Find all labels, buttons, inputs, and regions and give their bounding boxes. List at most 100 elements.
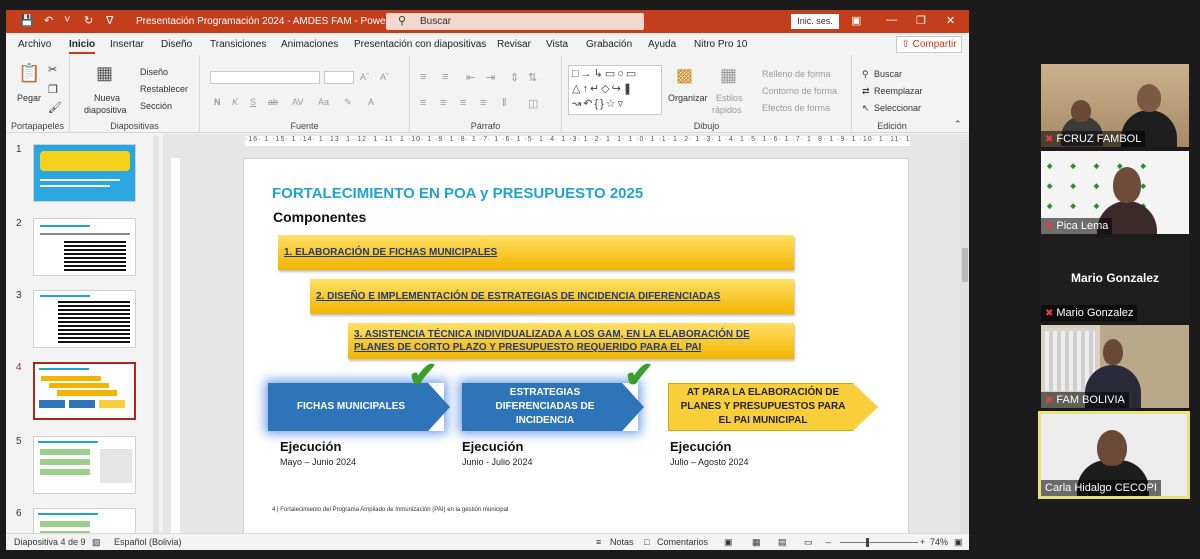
- arrow-estrategias[interactable]: ESTRATEGIAS DIFERENCIADAS DE INCIDENCIA: [462, 383, 644, 431]
- tab-presentacion[interactable]: Presentación con diapositivas: [354, 39, 486, 50]
- font-name-select[interactable]: [210, 71, 320, 84]
- quick-styles-label-2[interactable]: rápidos: [712, 105, 742, 115]
- comments-button[interactable]: Comentarios: [657, 537, 708, 547]
- bullets-icon[interactable]: ≡: [420, 71, 426, 83]
- comments-icon[interactable]: □: [644, 537, 649, 547]
- tab-grabacion[interactable]: Grabación: [586, 39, 632, 50]
- arrange-button[interactable]: Organizar: [668, 93, 708, 103]
- sign-in-button[interactable]: Inic. ses.: [791, 14, 839, 29]
- tab-inicio[interactable]: Inicio: [69, 39, 96, 54]
- justify-icon[interactable]: ≡: [480, 97, 486, 109]
- align-right-icon[interactable]: ≡: [460, 97, 466, 109]
- text-direction-icon[interactable]: ⇅: [528, 71, 537, 84]
- italic-icon[interactable]: K: [232, 97, 238, 107]
- undo-icon[interactable]: ↶: [44, 14, 53, 27]
- quick-styles-label-1[interactable]: Estilos: [716, 93, 743, 103]
- notes-icon[interactable]: ≡: [596, 537, 601, 547]
- reading-view-icon[interactable]: ▤: [778, 537, 787, 548]
- replace-button[interactable]: Reemplazar: [874, 86, 923, 96]
- scrollbar-thumb[interactable]: [962, 248, 968, 282]
- slide-thumbnail-2[interactable]: [33, 218, 136, 276]
- component-bar-1[interactable]: 1. ELABORACIÓN DE FICHAS MUNICIPALES: [278, 235, 794, 270]
- participant-tile-4[interactable]: ✖ FAM BOLIVIA: [1041, 325, 1189, 408]
- zoom-in-icon[interactable]: +: [920, 537, 925, 547]
- participant-tile-2[interactable]: ◆◆◆◆◆ ◆◆◆◆◆ ◆◆◆◆◆ ✖ Pica Lema: [1041, 151, 1189, 234]
- underline-icon[interactable]: S: [250, 97, 256, 107]
- vertical-scrollbar[interactable]: [960, 140, 968, 538]
- columns-icon[interactable]: ‖: [502, 97, 507, 109]
- minimize-icon[interactable]: —: [886, 14, 897, 26]
- tab-ayuda[interactable]: Ayuda: [648, 39, 676, 50]
- share-button[interactable]: ⇧ Compartir: [896, 36, 962, 53]
- arrow-at-planes[interactable]: AT PARA LA ELABORACIÓN DE PLANES Y PRESU…: [668, 383, 878, 431]
- zoom-out-icon[interactable]: –: [826, 537, 831, 547]
- zoom-slider[interactable]: [840, 542, 918, 543]
- accessibility-icon[interactable]: ▧: [92, 537, 101, 548]
- customize-toolbar-icon[interactable]: ∇: [106, 14, 113, 27]
- copy-icon[interactable]: ❐: [48, 83, 58, 96]
- slide-sorter-icon[interactable]: ▦: [752, 537, 761, 548]
- new-slide-label-2[interactable]: diapositiva: [84, 105, 127, 115]
- zoom-level[interactable]: 74%: [930, 537, 948, 547]
- tab-archivo[interactable]: Archivo: [18, 39, 51, 50]
- align-left-icon[interactable]: ≡: [420, 97, 426, 109]
- search-input[interactable]: ⚲ Buscar: [386, 13, 644, 30]
- change-case-icon[interactable]: Aa: [318, 97, 329, 107]
- quick-styles-icon[interactable]: ▦: [720, 65, 737, 86]
- slide-thumbnail-5[interactable]: [33, 436, 136, 494]
- tab-revisar[interactable]: Revisar: [497, 39, 531, 50]
- paste-button[interactable]: Pegar: [17, 93, 41, 103]
- numbering-icon[interactable]: ≡: [442, 71, 448, 83]
- layout-button[interactable]: Diseño: [140, 67, 168, 77]
- paste-icon[interactable]: 📋: [18, 63, 40, 84]
- tab-animaciones[interactable]: Animaciones: [281, 39, 338, 50]
- slide-title[interactable]: FORTALECIMIENTO EN POA y PRESUPUESTO 202…: [272, 185, 643, 202]
- redo-icon[interactable]: ↻: [84, 14, 93, 27]
- replace-icon[interactable]: ⇄: [862, 86, 870, 97]
- find-button[interactable]: Buscar: [874, 69, 902, 79]
- grow-font-icon[interactable]: Aˆ: [360, 72, 369, 82]
- align-center-icon[interactable]: ≡: [440, 97, 446, 109]
- decrease-indent-icon[interactable]: ⇤: [466, 71, 475, 84]
- shape-outline-button[interactable]: Contorno de forma: [762, 86, 837, 96]
- tab-transiciones[interactable]: Transiciones: [210, 39, 266, 50]
- thumbnails-scrollbar[interactable]: [153, 136, 159, 536]
- participant-tile-1[interactable]: ✖ FCRUZ FAMBOL: [1041, 64, 1189, 147]
- collapse-ribbon-icon[interactable]: ⌃: [954, 119, 962, 130]
- participant-tile-5-active-speaker[interactable]: Carla Hidalgo CECOPI: [1038, 411, 1190, 499]
- character-spacing-icon[interactable]: AV: [292, 97, 303, 107]
- highlight-icon[interactable]: ✎: [344, 97, 352, 108]
- cut-icon[interactable]: ✂: [48, 63, 57, 76]
- select-button[interactable]: Seleccionar: [874, 103, 921, 113]
- new-slide-icon[interactable]: ▦: [96, 63, 113, 84]
- bold-icon[interactable]: N: [214, 97, 221, 107]
- shrink-font-icon[interactable]: Aˇ: [380, 72, 389, 82]
- slide-subtitle[interactable]: Componentes: [273, 209, 366, 225]
- ribbon-display-icon[interactable]: ▣: [851, 14, 861, 27]
- strikethrough-icon[interactable]: ab: [268, 97, 278, 107]
- select-icon[interactable]: ↖: [862, 103, 870, 114]
- slide-thumbnail-1[interactable]: [33, 144, 136, 202]
- fit-slide-icon[interactable]: ▣: [954, 537, 963, 548]
- tab-nitro[interactable]: Nitro Pro 10: [694, 39, 747, 50]
- font-color-icon[interactable]: A: [368, 97, 374, 107]
- chevron-down-icon[interactable]: ˅: [64, 14, 70, 26]
- save-icon[interactable]: 💾: [20, 14, 34, 27]
- tab-vista[interactable]: Vista: [546, 39, 568, 50]
- close-icon[interactable]: ✕: [946, 14, 955, 27]
- font-size-select[interactable]: [324, 71, 354, 84]
- reset-button[interactable]: Restablecer: [140, 84, 188, 94]
- notes-button[interactable]: Notas: [610, 537, 634, 547]
- section-button[interactable]: Sección: [140, 101, 172, 111]
- slide-thumbnail-4[interactable]: [33, 362, 136, 420]
- shape-effects-button[interactable]: Efectos de forma: [762, 103, 830, 113]
- format-painter-icon[interactable]: 🖌: [48, 101, 62, 114]
- slideshow-icon[interactable]: ▭: [804, 537, 813, 548]
- normal-view-icon[interactable]: ▣: [724, 537, 733, 548]
- tab-diseno[interactable]: Diseño: [161, 39, 192, 50]
- shape-fill-button[interactable]: Relleno de forma: [762, 69, 831, 79]
- restore-icon[interactable]: ❐: [916, 14, 926, 27]
- tab-insertar[interactable]: Insertar: [110, 39, 144, 50]
- smartart-icon[interactable]: ◫: [528, 97, 538, 110]
- zoom-slider-thumb[interactable]: [866, 538, 869, 547]
